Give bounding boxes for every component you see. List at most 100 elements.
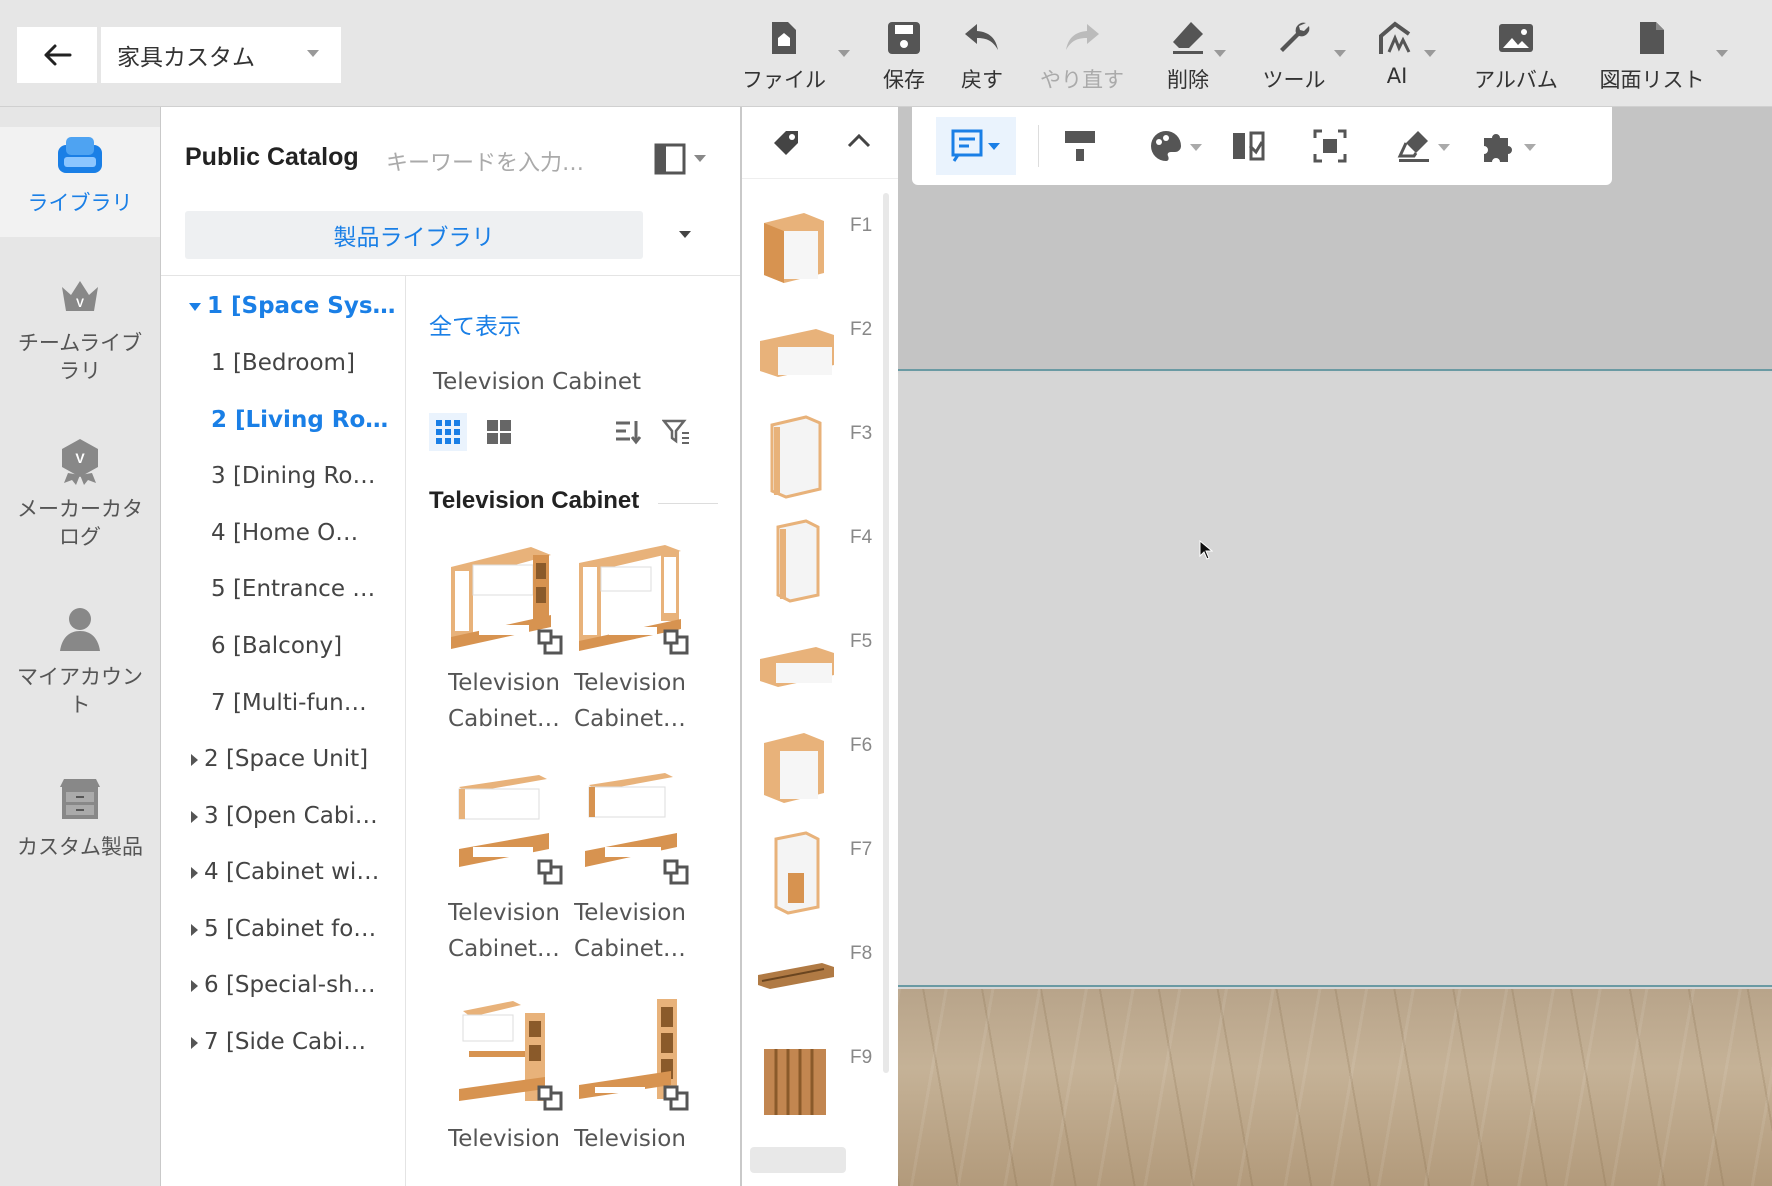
paint-tool-button[interactable] bbox=[1052, 117, 1108, 175]
mode-select[interactable]: 家具カスタム bbox=[101, 27, 341, 83]
product-card[interactable]: Television bbox=[439, 993, 569, 1157]
filter-button[interactable] bbox=[657, 413, 695, 451]
redo-button[interactable]: やり直す bbox=[1036, 16, 1128, 96]
save-button[interactable]: 保存 bbox=[874, 16, 934, 96]
puzzle-icon bbox=[1484, 134, 1512, 162]
chevron-down-icon[interactable] bbox=[1334, 50, 1346, 57]
tree-item-space-unit[interactable]: 2 [Space Unit] bbox=[191, 746, 401, 772]
product-card[interactable]: Television bbox=[565, 993, 695, 1157]
thumbnail-strip-header bbox=[742, 107, 898, 179]
horizontal-scrollbar[interactable] bbox=[750, 1147, 846, 1173]
product-card[interactable]: Television Cabinet… bbox=[565, 537, 695, 737]
thumbnail-label: F6 bbox=[850, 735, 873, 756]
model-thumbnail-strip: F1 F2 F3 F4 F5 F6 F7 F8 F9 bbox=[742, 107, 898, 1186]
sofa-icon bbox=[52, 127, 108, 183]
grid-large-view-button[interactable] bbox=[480, 413, 518, 451]
material-tool-button[interactable] bbox=[1138, 117, 1194, 175]
rail-item-team-library[interactable]: V チームライブラリ bbox=[0, 267, 160, 417]
rail-item-library[interactable]: ライブラリ bbox=[0, 127, 160, 237]
chevron-down-icon[interactable] bbox=[1424, 50, 1436, 57]
product-thumbnail bbox=[565, 767, 695, 887]
show-all-link[interactable]: 全て表示 bbox=[429, 307, 521, 341]
arrow-left-icon bbox=[44, 44, 72, 66]
tree-item-side-cabinet[interactable]: 7 [Side Cabi… bbox=[191, 1029, 401, 1055]
plugin-tool-button[interactable] bbox=[1468, 117, 1524, 175]
cabinet-icon bbox=[52, 771, 108, 827]
album-icon bbox=[1494, 16, 1538, 60]
rail-item-custom-products[interactable]: カスタム製品 bbox=[0, 771, 160, 881]
tools-menu-button[interactable]: ツール bbox=[1254, 16, 1334, 96]
tag-icon[interactable] bbox=[772, 129, 802, 163]
sort-button[interactable] bbox=[609, 413, 647, 451]
delete-button[interactable]: 削除 bbox=[1158, 16, 1218, 96]
caret-right-icon bbox=[191, 810, 198, 823]
file-label: ファイル bbox=[742, 68, 826, 92]
product-thumbnail bbox=[565, 993, 695, 1113]
chevron-down-icon[interactable] bbox=[838, 50, 850, 57]
select-tool-button[interactable] bbox=[936, 117, 1016, 175]
thumbnail-label: F2 bbox=[850, 319, 873, 340]
frame-tool-button[interactable] bbox=[1302, 117, 1358, 175]
3d-canvas[interactable] bbox=[898, 107, 1772, 1186]
rail-label-library: ライブラリ bbox=[27, 191, 133, 215]
chevron-down-icon[interactable] bbox=[1524, 144, 1536, 151]
drawing-list-label: 図面リスト bbox=[1599, 68, 1705, 92]
caret-right-icon bbox=[191, 1036, 198, 1049]
chevron-down-icon[interactable] bbox=[1214, 50, 1226, 57]
grid-small-view-button[interactable] bbox=[429, 413, 467, 451]
album-button[interactable]: アルバム bbox=[1464, 16, 1568, 96]
divider bbox=[658, 503, 718, 504]
badge-icon: V bbox=[52, 433, 108, 489]
brush-tool-button[interactable] bbox=[1386, 117, 1442, 175]
undo-button[interactable]: 戻す bbox=[952, 16, 1012, 96]
library-select[interactable]: 製品ライブラリ bbox=[185, 211, 643, 259]
chevron-up-icon[interactable] bbox=[846, 131, 872, 153]
tree-item-home-office[interactable]: 4 [Home O… bbox=[211, 520, 401, 546]
ai-icon bbox=[1375, 16, 1419, 60]
tree-item-bedroom[interactable]: 1 [Bedroom] bbox=[211, 350, 401, 376]
top-toolbar: 家具カスタム ファイル 保存 戻す やり直す 削除 ツール AI アルバム 図面… bbox=[0, 0, 1772, 107]
user-icon bbox=[52, 601, 108, 657]
tree-item-multi-function[interactable]: 7 [Multi-fun… bbox=[211, 690, 401, 716]
tree-item-cabinet-for[interactable]: 5 [Cabinet fo… bbox=[191, 916, 401, 942]
rail-item-my-account[interactable]: マイアカウント bbox=[0, 601, 160, 751]
vertical-scrollbar[interactable] bbox=[883, 193, 889, 1073]
panel-layout-toggle[interactable] bbox=[654, 143, 710, 179]
redo-icon bbox=[1060, 16, 1104, 60]
back-button[interactable] bbox=[17, 27, 97, 83]
thumbnail-label: F9 bbox=[850, 1047, 873, 1068]
sort-icon bbox=[616, 421, 642, 445]
chevron-down-icon[interactable] bbox=[1190, 144, 1202, 151]
save-icon bbox=[882, 16, 926, 60]
paint-roller-icon bbox=[1065, 131, 1095, 161]
breadcrumb: Television Cabinet bbox=[433, 369, 642, 395]
rail-label-custom-products: カスタム製品 bbox=[17, 835, 143, 859]
product-card[interactable]: Television Cabinet… bbox=[439, 767, 569, 967]
catalog-search-input[interactable]: キーワードを入力… bbox=[386, 145, 584, 177]
wrench-icon bbox=[1272, 16, 1316, 60]
tree-item-dining-room[interactable]: 3 [Dining Ro… bbox=[211, 463, 401, 489]
tree-item-open-cabinet[interactable]: 3 [Open Cabi… bbox=[191, 803, 401, 829]
rail-item-maker-catalog[interactable]: V メーカーカタログ bbox=[0, 433, 160, 583]
save-label: 保存 bbox=[883, 68, 925, 92]
tree-item-space-system[interactable]: 1 [Space Sys… bbox=[189, 293, 399, 319]
panel-layout-icon bbox=[654, 143, 706, 175]
tree-item-balcony[interactable]: 6 [Balcony] bbox=[211, 633, 401, 659]
chevron-down-icon[interactable] bbox=[1716, 50, 1728, 57]
chevron-down-icon[interactable] bbox=[1438, 144, 1450, 151]
file-menu-button[interactable]: ファイル bbox=[738, 16, 830, 96]
replace-tool-button[interactable] bbox=[1220, 117, 1276, 175]
drawing-list-button[interactable]: 図面リスト bbox=[1592, 16, 1712, 96]
thumbnail-label: F7 bbox=[850, 839, 873, 860]
canvas-toolbar bbox=[912, 107, 1612, 185]
product-card[interactable]: Television Cabinet… bbox=[439, 537, 569, 737]
tree-item-entrance[interactable]: 5 [Entrance … bbox=[211, 576, 401, 602]
svg-text:V: V bbox=[76, 296, 84, 310]
ai-menu-button[interactable]: AI bbox=[1372, 16, 1422, 96]
chevron-down-icon[interactable] bbox=[679, 231, 691, 238]
tree-item-living-room[interactable]: 2 [Living Ro… bbox=[211, 407, 401, 433]
tree-item-cabinet-with[interactable]: 4 [Cabinet wi… bbox=[191, 859, 401, 885]
tree-item-special-shaped[interactable]: 6 [Special-sh… bbox=[191, 972, 401, 998]
product-card[interactable]: Television Cabinet… bbox=[565, 767, 695, 967]
tools-label: ツール bbox=[1262, 68, 1326, 92]
